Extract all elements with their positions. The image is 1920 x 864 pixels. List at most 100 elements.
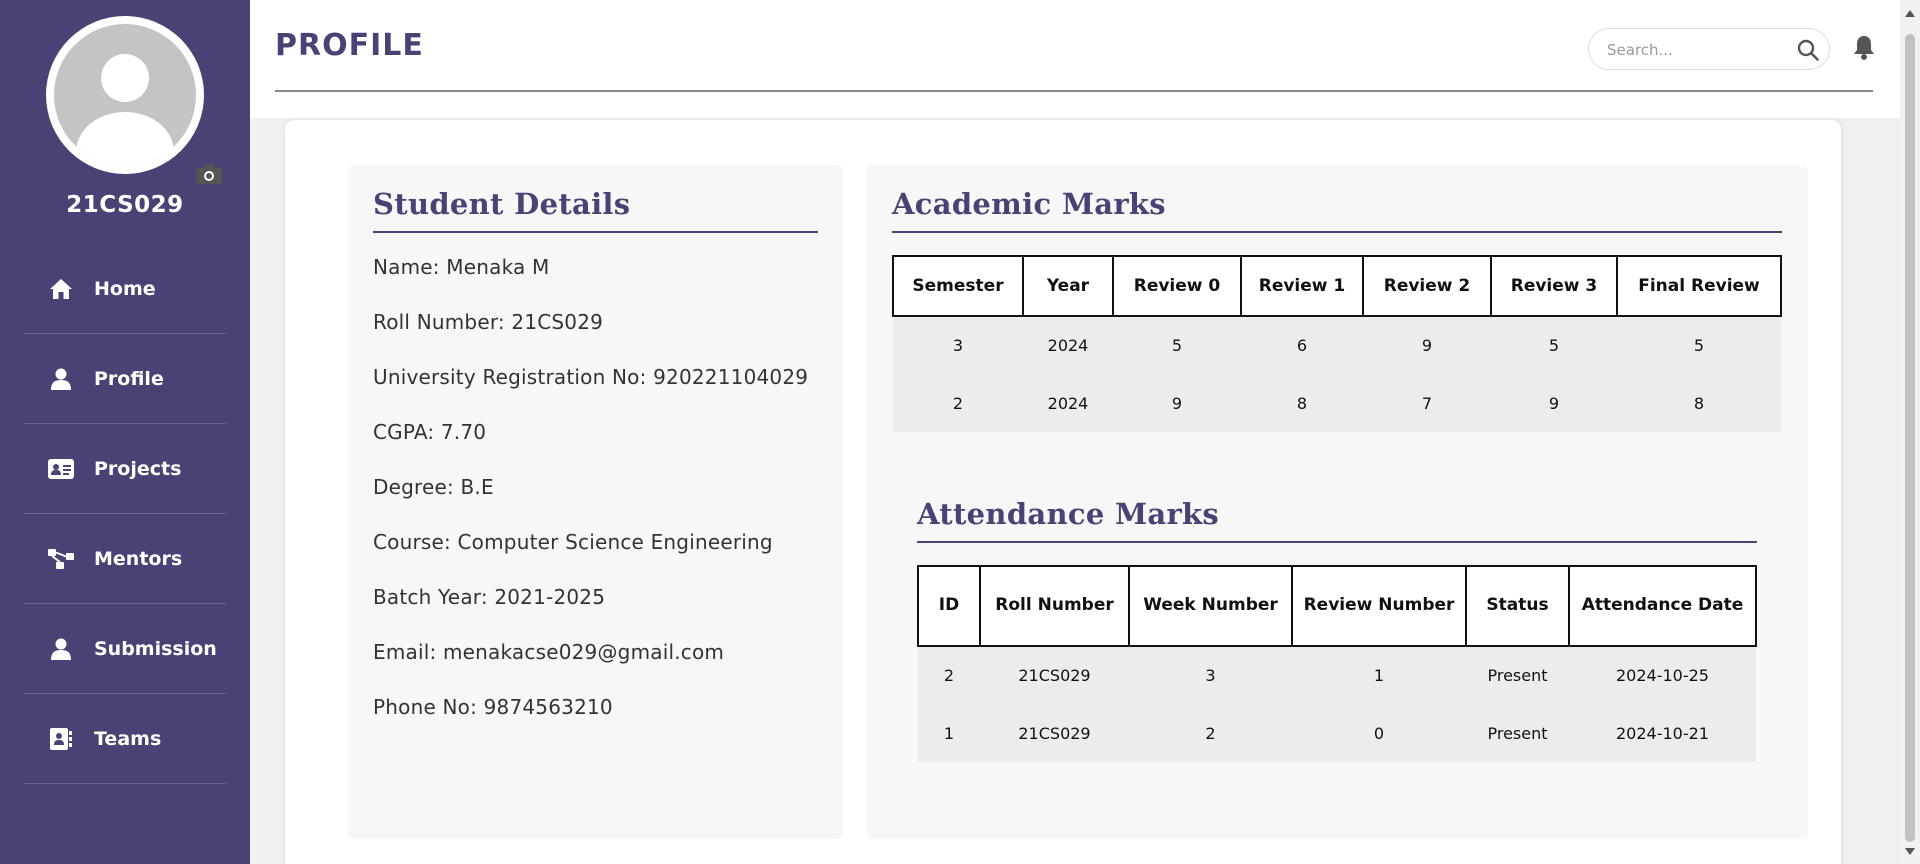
column-header: Review 3 (1490, 255, 1618, 317)
table-cell: 2024 (1023, 316, 1113, 374)
column-header: Review 2 (1362, 255, 1492, 317)
table-cell: 2 (893, 374, 1023, 432)
marks-panel: Academic Marks Semester Year Review 0 Re… (867, 165, 1808, 839)
academic-marks-table: Semester Year Review 0 Review 1 Review 2… (892, 255, 1782, 432)
table-cell: 5 (1491, 316, 1617, 374)
column-header: Year (1022, 255, 1114, 317)
column-header: Review 0 (1112, 255, 1242, 317)
camera-icon[interactable] (196, 164, 222, 184)
sidebar: 21CS029 Home Profile Projects Mentors Su… (0, 0, 250, 864)
section-divider (917, 541, 1757, 543)
column-header: Review 1 (1240, 255, 1364, 317)
sidebar-item-projects[interactable]: Projects (24, 424, 226, 514)
table-cell: 9 (1363, 316, 1491, 374)
table-cell: 6 (1241, 316, 1363, 374)
bell-icon[interactable] (1852, 34, 1876, 60)
sidebar-item-teams[interactable]: Teams (24, 694, 226, 784)
student-details-title: Student Details (373, 187, 631, 221)
detail-course: Course: Computer Science Engineering (373, 530, 773, 554)
sidebar-item-home[interactable]: Home (24, 244, 226, 334)
avatar-placeholder (54, 24, 196, 166)
table-cell: 7 (1363, 374, 1491, 432)
table-cell: 1 (1292, 646, 1466, 704)
table-cell: 3 (893, 316, 1023, 374)
table-cell: 2024-10-25 (1569, 646, 1756, 704)
column-header: Final Review (1616, 255, 1782, 317)
table-cell: 0 (1292, 704, 1466, 762)
table-cell: 21CS029 (980, 704, 1129, 762)
student-details-panel: Student Details Name: Menaka M Roll Numb… (348, 165, 843, 839)
attendance-marks-table: ID Roll Number Week Number Review Number… (917, 565, 1757, 762)
detail-name: Name: Menaka M (373, 255, 550, 279)
table-cell: 21CS029 (980, 646, 1129, 704)
header: PROFILE (250, 0, 1900, 118)
network-icon (48, 548, 74, 570)
search-input[interactable] (1607, 39, 1787, 61)
sidebar-item-mentors[interactable]: Mentors (24, 514, 226, 604)
table-cell: 5 (1617, 316, 1781, 374)
user-id: 21CS029 (66, 192, 184, 218)
detail-cgpa: CGPA: 7.70 (373, 420, 487, 444)
sidebar-item-label: Teams (94, 727, 162, 750)
column-header: Week Number (1128, 565, 1293, 647)
table-cell: 9 (1113, 374, 1241, 432)
sidebar-nav: Home Profile Projects Mentors Submission (24, 244, 226, 784)
column-header: Roll Number (979, 565, 1130, 647)
table-cell: 9 (1491, 374, 1617, 432)
scroll-up-arrow-icon[interactable] (1905, 10, 1915, 17)
table-row: 3 2024 5 6 9 5 5 (893, 316, 1781, 374)
home-icon (48, 278, 74, 300)
student-details-list: Name: Menaka M Roll Number: 21CS029 Univ… (373, 255, 808, 750)
column-header: Review Number (1291, 565, 1467, 647)
column-header: Semester (892, 255, 1024, 317)
avatar[interactable] (46, 16, 222, 184)
table-cell: 2024-10-21 (1569, 704, 1756, 762)
page-scrollbar[interactable] (1900, 0, 1920, 864)
detail-degree: Degree: B.E (373, 475, 494, 499)
id-card-icon (48, 458, 74, 480)
table-cell: 8 (1617, 374, 1781, 432)
sidebar-item-label: Home (94, 277, 156, 300)
section-divider (892, 231, 1782, 233)
page-title: PROFILE (275, 28, 424, 63)
user-icon (48, 368, 74, 390)
table-cell: Present (1466, 704, 1569, 762)
sidebar-item-profile[interactable]: Profile (24, 334, 226, 424)
scroll-down-arrow-icon[interactable] (1905, 848, 1915, 855)
table-row: 2 21CS029 3 1 Present 2024-10-25 (918, 646, 1756, 704)
attendance-marks-title: Attendance Marks (917, 497, 1220, 531)
table-cell: 2 (918, 646, 980, 704)
scrollbar-thumb[interactable] (1905, 34, 1915, 842)
detail-roll-number: Roll Number: 21CS029 (373, 310, 604, 334)
column-header: Status (1465, 565, 1570, 647)
table-cell: 5 (1113, 316, 1241, 374)
sidebar-item-submission[interactable]: Submission (24, 604, 226, 694)
table-cell: 2 (1129, 704, 1292, 762)
user-icon (48, 638, 74, 660)
sidebar-item-label: Submission (94, 637, 217, 660)
table-cell: Present (1466, 646, 1569, 704)
academic-marks-title: Academic Marks (892, 187, 1166, 221)
sidebar-item-label: Projects (94, 457, 182, 480)
table-header-row: Semester Year Review 0 Review 1 Review 2… (892, 255, 1782, 317)
table-cell: 3 (1129, 646, 1292, 704)
table-cell: 2024 (1023, 374, 1113, 432)
search-icon[interactable] (1797, 39, 1819, 61)
column-header: Attendance Date (1568, 565, 1757, 647)
profile-card: Student Details Name: Menaka M Roll Numb… (285, 120, 1841, 864)
header-divider (275, 90, 1873, 92)
column-header: ID (917, 565, 981, 647)
address-book-icon (48, 727, 74, 750)
detail-phone: Phone No: 9874563210 (373, 695, 613, 719)
detail-batch-year: Batch Year: 2021-2025 (373, 585, 606, 609)
detail-registration-no: University Registration No: 920221104029 (373, 365, 809, 389)
sidebar-item-label: Mentors (94, 547, 183, 570)
detail-email: Email: menakacse029@gmail.com (373, 640, 725, 664)
sidebar-item-label: Profile (94, 367, 164, 390)
search-box[interactable] (1588, 28, 1830, 70)
table-row: 1 21CS029 2 0 Present 2024-10-21 (918, 704, 1756, 762)
table-cell: 8 (1241, 374, 1363, 432)
table-cell: 1 (918, 704, 980, 762)
table-header-row: ID Roll Number Week Number Review Number… (917, 565, 1757, 647)
section-divider (373, 231, 818, 233)
